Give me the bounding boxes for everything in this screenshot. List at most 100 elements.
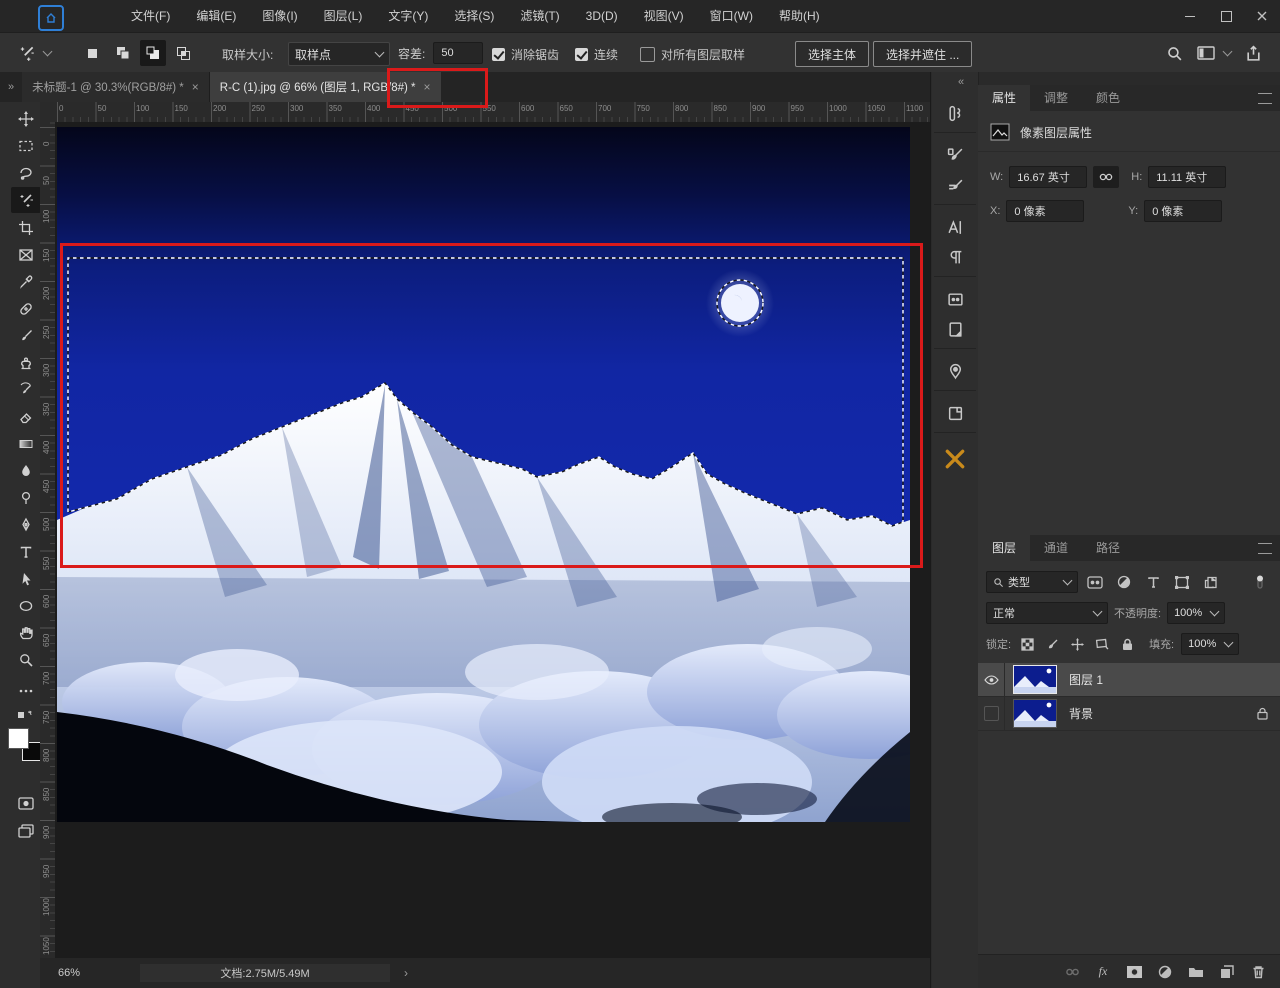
selection-mode-subtract[interactable] <box>140 40 166 66</box>
zoom-tool[interactable] <box>11 647 41 673</box>
tab-layers[interactable]: 图层 <box>978 535 1030 561</box>
magic-wand-tool[interactable] <box>11 187 41 213</box>
height-field[interactable]: 11.11 英寸 <box>1148 166 1226 188</box>
lock-pixels-button[interactable] <box>1043 634 1061 654</box>
x-field[interactable]: 0 像素 <box>1006 200 1084 222</box>
shape-tool[interactable] <box>11 593 41 619</box>
filtering-toggle[interactable] <box>1248 572 1272 592</box>
lock-artboard-button[interactable] <box>1093 634 1111 654</box>
sample-size-dropdown[interactable]: 取样点 <box>288 42 390 66</box>
tool-preset-wand[interactable] <box>18 33 51 73</box>
eyedropper-tool[interactable] <box>11 269 41 295</box>
panel-menu-icon[interactable] <box>1258 93 1272 104</box>
delete-layer-button[interactable] <box>1246 961 1270 983</box>
canvas-pasteboard[interactable] <box>55 122 930 958</box>
fill-field[interactable]: 100% <box>1181 633 1239 655</box>
selection-mode-new[interactable] <box>80 40 106 66</box>
panel-menu-icon[interactable] <box>1258 543 1272 554</box>
horizontal-ruler[interactable]: 0501001502002503003504004505005506006507… <box>55 102 930 123</box>
layer-row-layer1[interactable]: 图层 1 <box>978 663 1280 697</box>
share-button[interactable] <box>1245 45 1262 62</box>
layer-thumbnail[interactable] <box>1013 665 1057 694</box>
anti-alias-option[interactable]: 消除锯齿 <box>492 46 559 63</box>
gradient-tool[interactable] <box>11 431 41 457</box>
zoom-level-field[interactable]: 66% <box>58 967 80 979</box>
history-brush-tool[interactable] <box>11 377 41 403</box>
blend-mode-dropdown[interactable]: 正常 <box>986 602 1108 624</box>
opacity-field[interactable]: 100% <box>1167 602 1225 624</box>
menu-filter[interactable]: 滤镜(T) <box>507 0 572 32</box>
hand-tool[interactable] <box>11 620 41 646</box>
menu-help[interactable]: 帮助(H) <box>766 0 833 32</box>
new-layer-button[interactable] <box>1215 961 1239 983</box>
workspace-switcher[interactable] <box>1197 45 1231 61</box>
search-button[interactable] <box>1166 45 1183 62</box>
menu-type[interactable]: 文字(Y) <box>375 0 441 32</box>
menu-edit[interactable]: 编辑(E) <box>183 0 249 32</box>
document-image[interactable] <box>57 127 910 822</box>
tab-adjustments[interactable]: 调整 <box>1030 85 1082 111</box>
y-field[interactable]: 0 像素 <box>1144 200 1222 222</box>
window-minimize-button[interactable] <box>1172 0 1208 32</box>
status-options-button[interactable]: › <box>404 966 408 980</box>
type-tool[interactable] <box>11 539 41 565</box>
paragraph-panel-button[interactable] <box>940 244 970 270</box>
spot-healing-brush-tool[interactable] <box>11 296 41 322</box>
brushes-panel-button[interactable] <box>940 172 970 198</box>
default-swap-colors[interactable] <box>11 703 41 729</box>
selection-mode-add[interactable] <box>110 40 136 66</box>
window-close-button[interactable] <box>1244 0 1280 32</box>
layer-filter-dropdown[interactable]: 类型 <box>986 571 1078 593</box>
menu-image[interactable]: 图像(I) <box>249 0 310 32</box>
comments-panel-button[interactable] <box>940 358 970 384</box>
color-swatches[interactable] <box>8 728 42 762</box>
width-field[interactable]: 16.67 英寸 <box>1009 166 1087 188</box>
tab-untitled-1[interactable]: 未标题-1 @ 30.3%(RGB/8#) * × <box>22 72 210 102</box>
dodge-tool[interactable] <box>11 485 41 511</box>
tolerance-input[interactable]: 50 <box>433 42 483 64</box>
adjustments-panel-button[interactable] <box>940 316 970 342</box>
tab-overflow-button[interactable]: » <box>8 81 14 93</box>
rectangular-marquee-tool[interactable] <box>11 133 41 159</box>
tab-color[interactable]: 颜色 <box>1082 85 1134 111</box>
lock-position-button[interactable] <box>1068 634 1086 654</box>
layer-style-button[interactable]: fx <box>1091 961 1115 983</box>
notes-panel-button[interactable] <box>940 400 970 426</box>
learn-panel-button[interactable] <box>940 446 970 472</box>
layer-visibility-toggle[interactable] <box>978 697 1005 730</box>
select-subject-button[interactable]: 选择主体 <box>795 41 869 67</box>
filter-shape-layers-button[interactable] <box>1170 572 1194 592</box>
tab-close-icon[interactable]: × <box>192 80 199 94</box>
layer-row-background[interactable]: 背景 <box>978 697 1280 731</box>
filter-pixel-layers-button[interactable] <box>1083 572 1107 592</box>
brush-settings-panel-button[interactable] <box>940 142 970 168</box>
quick-mask-button[interactable] <box>11 790 41 816</box>
layer-thumbnail[interactable] <box>1013 699 1057 728</box>
menu-file[interactable]: 文件(F) <box>118 0 183 32</box>
menu-view[interactable]: 视图(V) <box>631 0 697 32</box>
contiguous-option[interactable]: 连续 <box>575 46 618 63</box>
tab-channels[interactable]: 通道 <box>1030 535 1082 561</box>
tab-rc1-jpg[interactable]: R-C (1).jpg @ 66% (图层 1, RGB/8#) * × <box>210 72 441 102</box>
window-maximize-button[interactable] <box>1208 0 1244 32</box>
move-tool[interactable] <box>11 106 41 132</box>
sample-all-layers-checkbox[interactable] <box>640 47 655 62</box>
vertical-ruler[interactable]: 0501001502002503003504004505005506006507… <box>40 122 56 958</box>
tab-close-icon[interactable]: × <box>424 80 431 94</box>
menu-layer[interactable]: 图层(L) <box>311 0 376 32</box>
foreground-color-swatch[interactable] <box>8 728 29 749</box>
tab-paths[interactable]: 路径 <box>1082 535 1134 561</box>
sample-all-layers-option[interactable]: 对所有图层取样 <box>640 46 745 63</box>
menu-window[interactable]: 窗口(W) <box>697 0 766 32</box>
new-adjustment-layer-button[interactable] <box>1153 961 1177 983</box>
link-layers-button[interactable] <box>1060 961 1084 983</box>
ruler-origin-box[interactable] <box>40 102 56 123</box>
anti-alias-checkbox[interactable] <box>492 48 505 61</box>
select-and-mask-button[interactable]: 选择并遮住 ... <box>873 41 972 67</box>
blur-tool[interactable] <box>11 458 41 484</box>
new-group-button[interactable] <box>1184 961 1208 983</box>
crop-tool[interactable] <box>11 215 41 241</box>
clone-stamp-tool[interactable] <box>11 350 41 376</box>
lasso-tool[interactable] <box>11 160 41 186</box>
link-dimensions-button[interactable] <box>1093 166 1119 188</box>
